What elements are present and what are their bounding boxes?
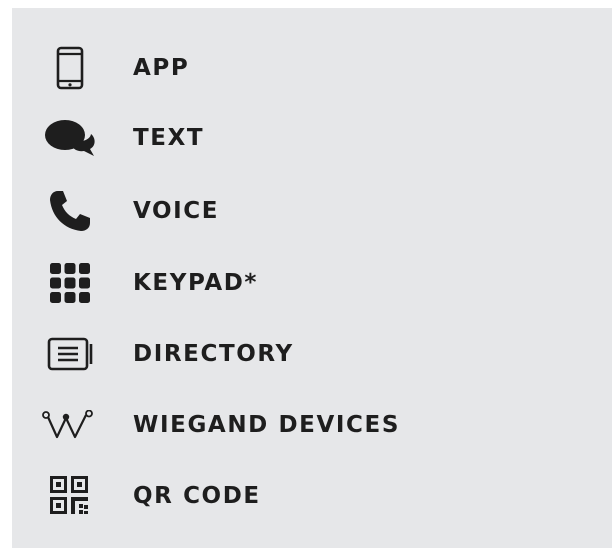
access-method-app: APP	[12, 38, 612, 98]
access-method-label: DIRECTORY	[133, 341, 294, 367]
smartphone-icon	[42, 42, 98, 94]
phone-icon	[42, 185, 98, 237]
access-method-label: QR CODE	[133, 483, 261, 509]
directory-list-icon	[42, 328, 98, 380]
access-method-label: VOICE	[133, 198, 220, 224]
access-method-directory: DIRECTORY	[12, 324, 612, 384]
qr-code-icon	[42, 470, 98, 522]
access-method-qr-code: QR CODE	[12, 466, 612, 526]
access-method-voice: VOICE	[12, 181, 612, 241]
keypad-icon	[42, 257, 98, 309]
access-method-label: KEYPAD*	[133, 270, 259, 296]
wiegand-icon	[42, 399, 98, 451]
access-method-label: WIEGAND DEVICES	[133, 412, 400, 438]
chat-bubbles-icon	[42, 112, 98, 164]
access-method-label: TEXT	[133, 125, 205, 151]
access-method-text: TEXT	[12, 108, 612, 168]
access-method-wiegand-devices: WIEGAND DEVICES	[12, 395, 612, 455]
access-methods-panel: APP TEXT VOICE KEYPAD* DIRECTORY WIEGAND…	[12, 8, 612, 548]
access-method-keypad: KEYPAD*	[12, 253, 612, 313]
access-method-label: APP	[133, 55, 190, 81]
